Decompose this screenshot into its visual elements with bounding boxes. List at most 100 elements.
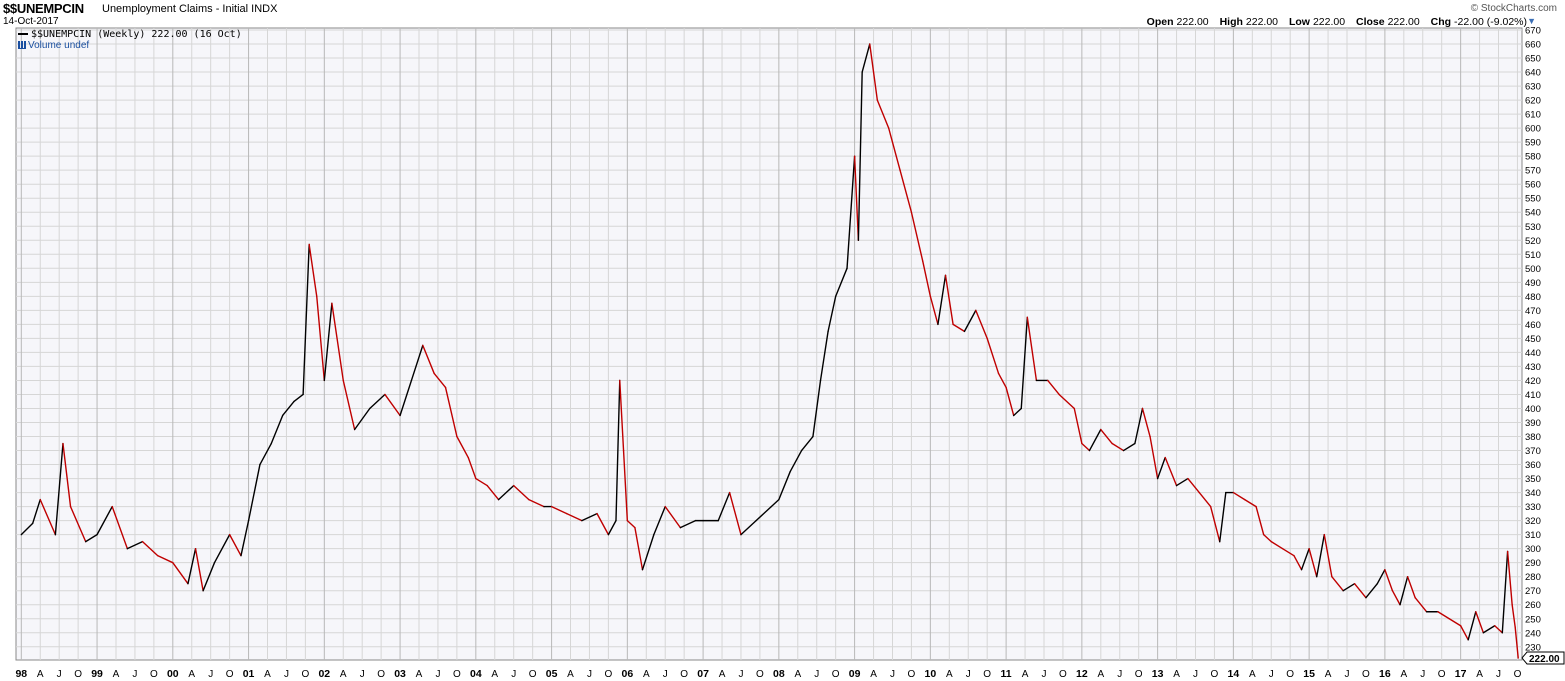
x-tick-label: O: [1286, 669, 1294, 680]
x-tick-label: A: [1249, 669, 1256, 680]
x-tick-label: 06: [621, 668, 633, 680]
volume-legend-label: Volume undef: [28, 40, 90, 51]
x-tick-label: J: [511, 669, 516, 680]
x-tick-label: A: [416, 669, 423, 680]
x-tick-label: J: [587, 669, 592, 680]
x-tick-label: 02: [318, 668, 330, 680]
x-tick-label: 09: [849, 668, 861, 680]
y-tick-label: 520: [1525, 236, 1541, 247]
y-tick-label: 640: [1525, 68, 1541, 79]
series-legend: $$UNEMPCIN (Weekly) 222.00 (16 Oct): [18, 29, 242, 40]
volume-bars-icon: [18, 41, 26, 50]
y-tick-label: 540: [1525, 208, 1541, 219]
y-tick-label: 610: [1525, 110, 1541, 121]
x-tick-label: J: [1041, 669, 1046, 680]
y-tick-label: 340: [1525, 488, 1541, 499]
x-tick-label: J: [132, 669, 137, 680]
y-tick-label: 510: [1525, 250, 1541, 261]
x-tick-label: O: [832, 669, 840, 680]
y-tick-label: 260: [1525, 600, 1541, 611]
x-tick-label: J: [663, 669, 668, 680]
x-tick-label: A: [1325, 669, 1332, 680]
y-tick-label: 450: [1525, 334, 1541, 345]
y-tick-label: 500: [1525, 264, 1541, 275]
y-tick-label: 660: [1525, 40, 1541, 51]
x-tick-label: O: [1135, 669, 1143, 680]
y-tick-label: 460: [1525, 320, 1541, 331]
x-tick-label: A: [946, 669, 953, 680]
series-legend-label: $$UNEMPCIN (Weekly) 222.00 (16 Oct): [31, 29, 242, 40]
y-tick-label: 310: [1525, 530, 1541, 541]
x-tick-label: A: [1173, 669, 1180, 680]
x-tick-label: A: [264, 669, 271, 680]
x-tick-label: 08: [773, 668, 785, 680]
x-tick-label: O: [908, 669, 916, 680]
x-tick-label: J: [435, 669, 440, 680]
y-tick-label: 410: [1525, 390, 1541, 401]
x-tick-label: J: [1117, 669, 1122, 680]
x-tick-label: J: [738, 669, 743, 680]
y-tick-label: 570: [1525, 166, 1541, 177]
x-tick-label: J: [208, 669, 213, 680]
x-tick-label: 15: [1303, 668, 1315, 680]
x-tick-label: J: [360, 669, 365, 680]
x-tick-label: 12: [1076, 668, 1088, 680]
y-tick-label: 360: [1525, 460, 1541, 471]
x-tick-label: J: [1345, 669, 1350, 680]
x-tick-label: A: [1400, 669, 1407, 680]
x-tick-label: 13: [1152, 668, 1164, 680]
x-tick-label: O: [1211, 669, 1219, 680]
x-tick-label: A: [188, 669, 195, 680]
x-tick-label: J: [57, 669, 62, 680]
x-tick-label: J: [1193, 669, 1198, 680]
y-tick-label: 350: [1525, 474, 1541, 485]
plot-area: [15, 27, 1523, 661]
y-tick-label: 470: [1525, 306, 1541, 317]
y-tick-label: 480: [1525, 292, 1541, 303]
x-tick-label: A: [340, 669, 347, 680]
x-tick-label: 98: [15, 668, 27, 680]
x-tick-label: O: [756, 669, 764, 680]
y-tick-label: 330: [1525, 502, 1541, 513]
x-tick-label: 10: [925, 668, 937, 680]
x-tick-label: 05: [546, 668, 558, 680]
x-tick-label: A: [1097, 669, 1104, 680]
x-tick-label: O: [1438, 669, 1446, 680]
y-tick-label: 420: [1525, 376, 1541, 387]
y-tick-label: 590: [1525, 138, 1541, 149]
y-tick-label: 630: [1525, 82, 1541, 93]
volume-legend: Volume undef: [18, 40, 89, 51]
x-tick-label: 17: [1455, 668, 1467, 680]
x-tick-label: 16: [1379, 668, 1391, 680]
y-tick-label: 390: [1525, 418, 1541, 429]
y-tick-label: 270: [1525, 586, 1541, 597]
last-value-label: 222.00: [1529, 654, 1560, 665]
x-tick-label: O: [1514, 669, 1522, 680]
y-tick-label: 530: [1525, 222, 1541, 233]
x-tick-label: A: [37, 669, 44, 680]
x-tick-label: J: [814, 669, 819, 680]
x-tick-label: 00: [167, 668, 179, 680]
x-tick-label: A: [1476, 669, 1483, 680]
x-tick-label: O: [377, 669, 385, 680]
x-tick-label: 14: [1228, 668, 1240, 680]
x-tick-label: O: [301, 669, 309, 680]
x-tick-label: 07: [697, 668, 709, 680]
chart-canvas: 2302402502602702802903003103203303403503…: [15, 26, 1565, 680]
x-tick-label: O: [74, 669, 82, 680]
y-tick-label: 600: [1525, 124, 1541, 135]
x-tick-label: A: [567, 669, 574, 680]
x-tick-label: O: [983, 669, 991, 680]
x-tick-label: 11: [1001, 668, 1012, 680]
x-tick-label: J: [966, 669, 971, 680]
x-tick-label: 01: [243, 668, 255, 680]
series-line-icon: [18, 33, 28, 35]
x-tick-label: J: [890, 669, 895, 680]
y-tick-label: 380: [1525, 432, 1541, 443]
x-tick-label: J: [1269, 669, 1274, 680]
x-tick-label: A: [491, 669, 498, 680]
y-tick-label: 400: [1525, 404, 1541, 415]
x-tick-label: 04: [470, 668, 482, 680]
y-tick-label: 490: [1525, 278, 1541, 289]
x-tick-label: O: [226, 669, 234, 680]
